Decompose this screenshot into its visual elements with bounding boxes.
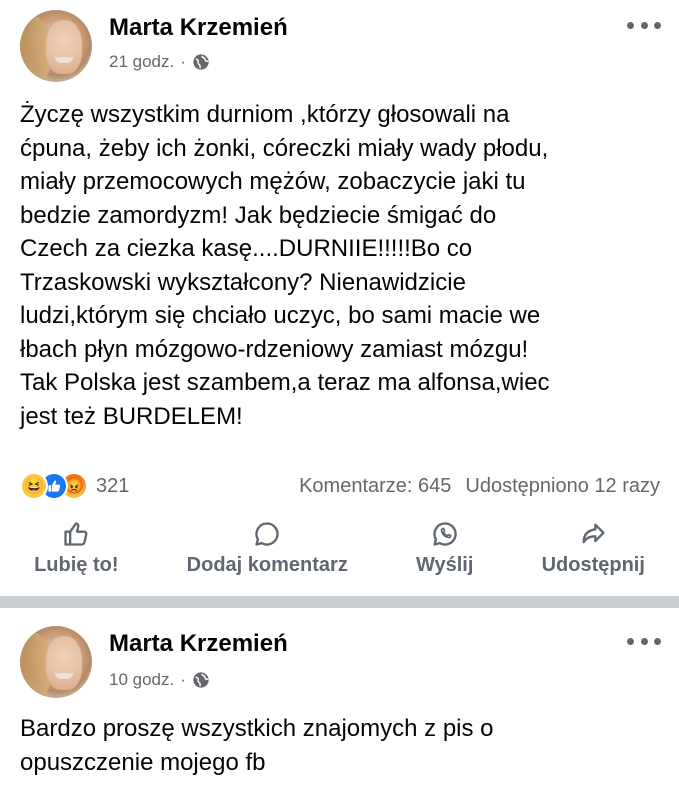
author-name[interactable]: Marta Krzemień — [109, 14, 288, 42]
like-button[interactable]: Lubię to! — [34, 520, 119, 577]
comment-label: Dodaj komentarz — [186, 554, 348, 576]
globe-icon[interactable] — [192, 53, 210, 71]
send-label: Wyślij — [415, 554, 474, 576]
post-meta: 10 godz. · — [109, 670, 210, 690]
haha-reaction-icon: 😆 — [20, 472, 48, 500]
more-options-icon[interactable] — [627, 636, 661, 646]
post-text: Życzę wszystkim durniom ,którzy głosowal… — [20, 101, 550, 430]
send-button[interactable]: Wyślij — [416, 520, 473, 577]
meta-separator: · — [180, 52, 186, 71]
globe-icon[interactable] — [192, 671, 210, 689]
comment-button[interactable]: Dodaj komentarz — [187, 520, 348, 577]
post-stats: 😆 😡 321 Komentarze: 645 Udostępniono 12 … — [20, 471, 660, 501]
whatsapp-icon — [433, 522, 457, 546]
comment-icon — [255, 522, 279, 546]
thumbs-up-icon — [64, 522, 88, 546]
reactions-count[interactable]: 321 — [96, 475, 129, 498]
reactions-summary[interactable]: 😆 😡 321 — [20, 472, 129, 500]
post-divider — [0, 596, 679, 608]
author-avatar[interactable] — [20, 626, 92, 698]
post-time[interactable]: 10 godz. — [109, 670, 174, 690]
author-name[interactable]: Marta Krzemień — [109, 630, 288, 658]
post-1: Marta Krzemień 21 godz. · Życzę wszystki… — [0, 0, 679, 596]
post-actions: Lubię to! Dodaj komentarz Wyślij Udostęp… — [0, 520, 679, 590]
more-options-icon[interactable] — [627, 20, 661, 30]
post-2: Marta Krzemień 10 godz. · Bardzo proszę … — [0, 608, 679, 800]
author-avatar[interactable] — [20, 10, 92, 82]
like-label: Lubię to! — [34, 554, 119, 576]
shares-count[interactable]: Udostępniono 12 razy — [465, 475, 660, 498]
post-text: Bardzo proszę wszystkich znajomych z pis… — [20, 715, 494, 776]
share-button[interactable]: Udostępnij — [542, 520, 645, 577]
share-label: Udostępnij — [541, 554, 645, 576]
share-arrow-icon — [582, 523, 605, 544]
meta-separator: · — [180, 670, 186, 689]
post-meta: 21 godz. · — [109, 52, 210, 72]
comments-count[interactable]: Komentarze: 645 — [299, 475, 451, 498]
post-time[interactable]: 21 godz. — [109, 52, 174, 72]
